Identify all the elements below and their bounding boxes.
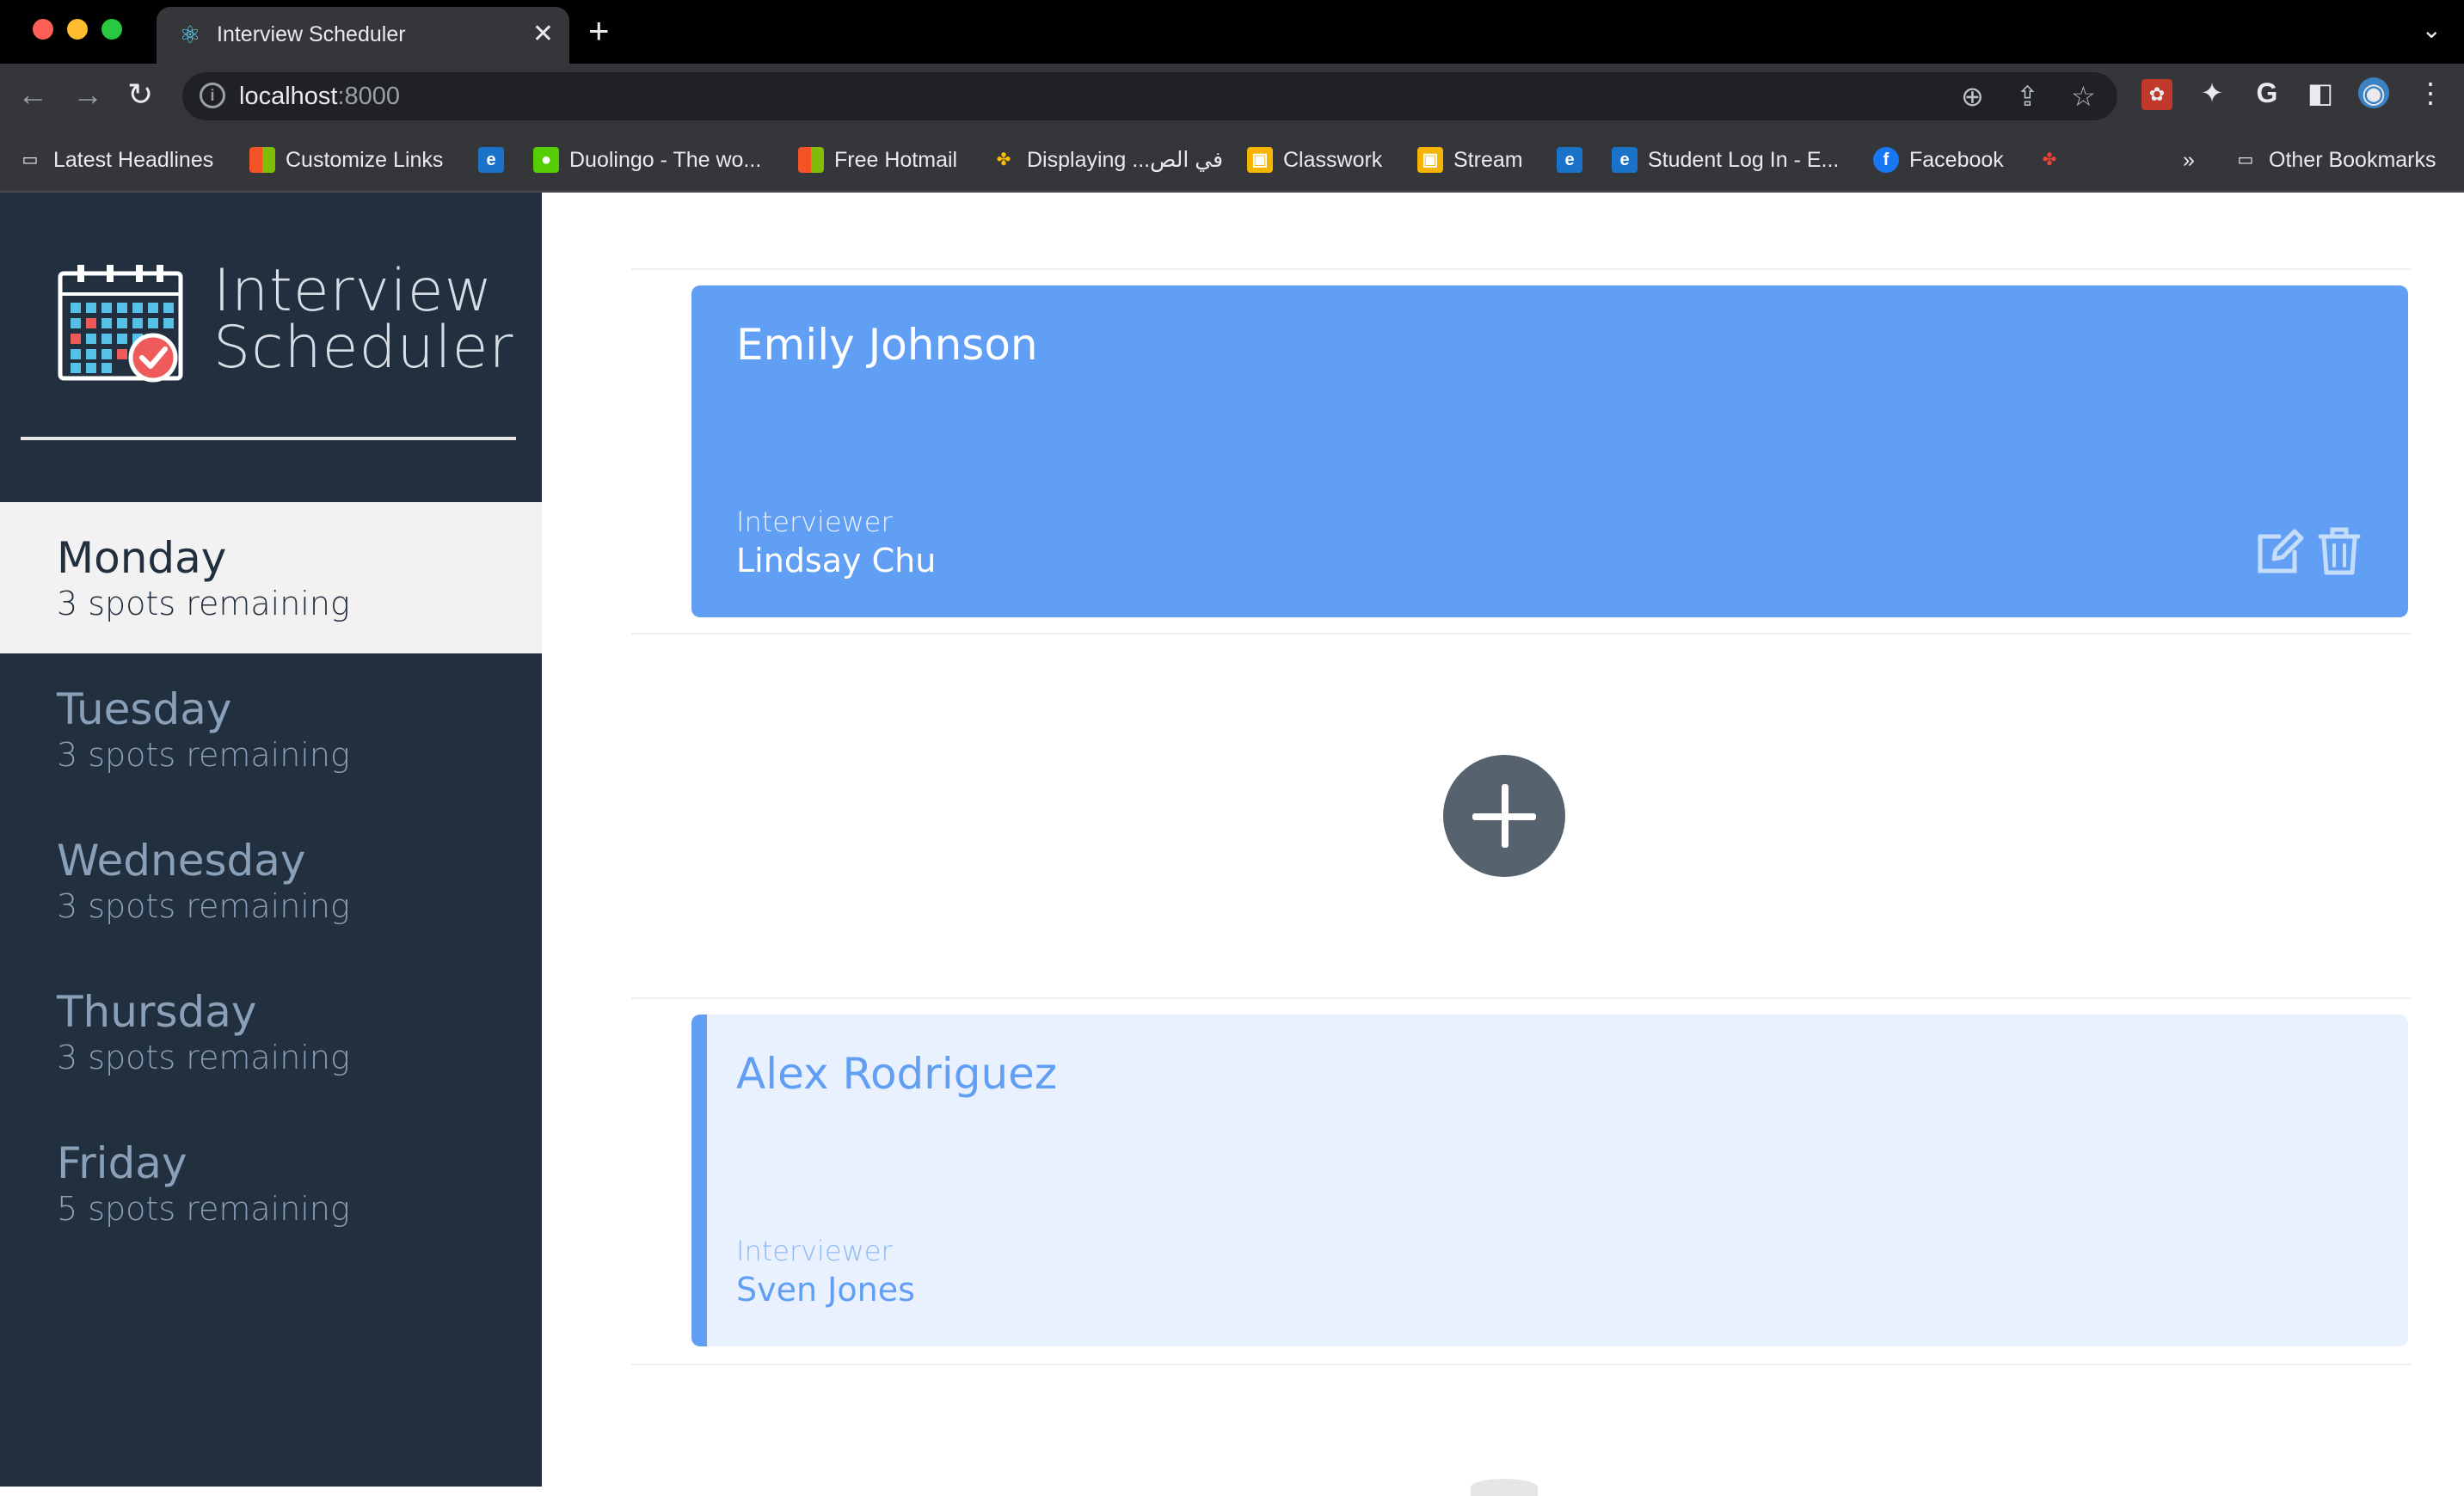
student-name: Alex Rodriguez	[736, 1049, 1058, 1099]
classroom-icon: ▣	[1417, 147, 1443, 173]
browser-tab[interactable]: ⚛ Interview Scheduler ✕	[157, 7, 569, 64]
bookmark-customize-links[interactable]: Customize Links	[249, 144, 443, 175]
other-bookmarks[interactable]: ▭ Other Bookmarks	[2233, 144, 2436, 175]
sidebar: Interview Scheduler Monday 3 spots remai…	[0, 193, 542, 1487]
folder-icon: ▭	[22, 150, 39, 169]
menu-icon[interactable]: ⋮	[2415, 77, 2446, 108]
facebook-icon: f	[1873, 147, 1899, 173]
address-bar[interactable]: i localhost:8000 ⊕ ⇪ ☆	[182, 72, 2117, 120]
day-list-item-friday[interactable]: Friday 5 spots remaining	[0, 1107, 542, 1259]
bookmarks-overflow[interactable]: »	[2183, 144, 2195, 175]
day-spots: 3 spots remaining	[57, 1039, 350, 1076]
interviewer-name: Lindsay Chu	[736, 542, 937, 579]
bookmark-el[interactable]: e	[478, 144, 504, 175]
day-list-item-thursday[interactable]: Thursday 3 spots remaining	[0, 956, 542, 1107]
day-name: Monday	[57, 533, 227, 583]
edit-icon[interactable]	[2253, 524, 2305, 576]
url-text[interactable]: localhost:8000	[239, 83, 400, 111]
next-add-button-partial	[1471, 1479, 1538, 1496]
day-name: Friday	[57, 1138, 187, 1188]
react-icon: ⚛	[179, 21, 201, 48]
day-name: Wednesday	[57, 836, 306, 886]
bookmarks-bar: ▭ Latest Headlines Customize Links e ● D…	[0, 129, 2464, 193]
profile-avatar-icon[interactable]: ◉	[2358, 77, 2389, 108]
schedule: Emily Johnson Interviewer Lindsay Chu Al…	[542, 193, 2464, 1496]
day-list-item-monday[interactable]: Monday 3 spots remaining	[0, 502, 542, 653]
bookmark-free-hotmail[interactable]: Free Hotmail	[798, 144, 957, 175]
close-tab-icon[interactable]: ✕	[532, 19, 554, 50]
close-window-icon[interactable]	[33, 19, 53, 40]
bookmark-pinwheel[interactable]: ✤	[2037, 144, 2062, 175]
day-spots: 5 spots remaining	[57, 1190, 350, 1228]
sidebar-divider	[21, 437, 516, 440]
google-icon[interactable]: G	[2252, 77, 2283, 108]
trash-icon[interactable]	[2313, 524, 2365, 576]
minimize-window-icon[interactable]	[67, 19, 88, 40]
extension-red-icon[interactable]: ✿	[2141, 79, 2172, 110]
reload-icon[interactable]: ↻	[127, 77, 153, 112]
folder-icon: ▭	[2237, 150, 2254, 169]
bookmark-classwork[interactable]: ▣ Classwork	[1247, 144, 1382, 175]
windows-icon	[798, 147, 824, 173]
classroom-icon: ▣	[1247, 147, 1273, 173]
day-spots: 3 spots remaining	[57, 887, 350, 925]
bookmark-facebook[interactable]: f Facebook	[1873, 144, 2004, 175]
browser-toolbar: ← → ↻ i localhost:8000 ⊕ ⇪ ☆ ✿ ✦ G ◧ ◉ ⋮	[0, 64, 2464, 129]
el-icon: e	[1557, 147, 1582, 173]
duolingo-icon: ●	[533, 147, 559, 173]
bookmark-stream[interactable]: ▣ Stream	[1417, 144, 1523, 175]
add-appointment-button[interactable]	[1443, 755, 1565, 877]
windows-icon	[249, 147, 275, 173]
appointment-card[interactable]: Emily Johnson Interviewer Lindsay Chu	[691, 285, 2408, 617]
app: Interview Scheduler Monday 3 spots remai…	[0, 193, 2464, 1496]
appointment-separator	[631, 997, 2412, 999]
day-spots: 3 spots remaining	[57, 585, 350, 622]
zoom-icon[interactable]: ⊕	[1961, 81, 1984, 112]
day-list-item-wednesday[interactable]: Wednesday 3 spots remaining	[0, 805, 542, 956]
appointment-card[interactable]: Alex Rodriguez Interviewer Sven Jones	[691, 1015, 2408, 1346]
bookmark-duolingo[interactable]: ● Duolingo - The wo...	[533, 144, 761, 175]
tab-strip: ⚛ Interview Scheduler ✕ + ⌄	[0, 0, 2464, 64]
bookmark-star-icon[interactable]: ☆	[2071, 81, 2096, 112]
appointment-separator	[631, 633, 2412, 635]
tab-title: Interview Scheduler	[217, 22, 406, 46]
forward-icon[interactable]: →	[72, 77, 103, 112]
bookmark-latest-headlines[interactable]: ▭ Latest Headlines	[17, 144, 214, 175]
interviewer-label: Interviewer	[736, 1235, 893, 1267]
bookmark-el-2[interactable]: e	[1557, 144, 1582, 175]
back-icon[interactable]: ←	[17, 77, 48, 112]
puzzle-icon[interactable]: ✦	[2197, 77, 2227, 108]
browser-chrome: ⚛ Interview Scheduler ✕ + ⌄ ← → ↻ i loca…	[0, 0, 2464, 193]
day-name: Thursday	[57, 987, 257, 1037]
el-icon: e	[478, 147, 504, 173]
sidepanel-icon[interactable]: ◧	[2305, 77, 2336, 108]
chevron-down-icon[interactable]: ⌄	[2422, 15, 2442, 44]
appointment-separator	[631, 1364, 2412, 1365]
interviewer-name: Sven Jones	[736, 1271, 915, 1309]
day-name: Tuesday	[57, 684, 232, 734]
share-icon[interactable]: ⇪	[2016, 81, 2039, 112]
appointment-separator	[631, 268, 2412, 270]
bookmark-displaying[interactable]: ✤ Displaying ...في الص	[991, 144, 1223, 175]
pinwheel-icon: ✤	[996, 150, 1011, 169]
app-title: Interview Scheduler	[213, 257, 514, 382]
pinwheel-icon: ✤	[2042, 150, 2057, 169]
student-name: Emily Johnson	[736, 320, 1038, 370]
day-list-item-tuesday[interactable]: Tuesday 3 spots remaining	[0, 653, 542, 805]
el-icon: e	[1612, 147, 1638, 173]
day-spots: 3 spots remaining	[57, 736, 350, 774]
info-icon[interactable]: i	[200, 83, 225, 108]
new-tab-icon[interactable]: +	[588, 12, 610, 50]
bookmark-student-log-in[interactable]: e Student Log In - E...	[1612, 144, 1839, 175]
interviewer-label: Interviewer	[736, 506, 893, 538]
maximize-window-icon[interactable]	[101, 19, 122, 40]
